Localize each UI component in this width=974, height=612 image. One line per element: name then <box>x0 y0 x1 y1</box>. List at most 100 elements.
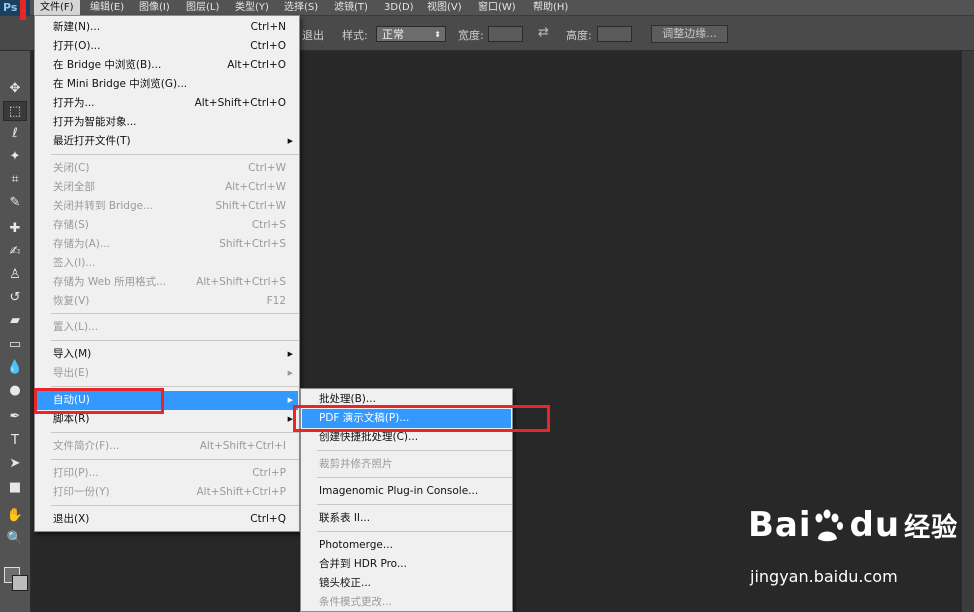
submenu-item-label: Photomerge... <box>319 539 393 551</box>
menu-item-close-go-bridge[interactable]: 关闭并转到 Bridge... Shift+Ctrl+W <box>36 197 298 216</box>
submenu-item-contact-sheet[interactable]: 联系表 II... <box>302 509 511 528</box>
menu-item-export[interactable]: 导出(E) ▶ <box>36 364 298 383</box>
menu-separator <box>51 386 299 387</box>
menu-item-shortcut: Shift+Ctrl+S <box>219 238 286 250</box>
watermark-logo-text: Bai <box>748 505 812 545</box>
submenu-item-crop-straighten[interactable]: 裁剪并修齐照片 <box>302 455 511 474</box>
menu-item-label: 关闭(C) <box>53 162 90 174</box>
menu-item-browse-mini-bridge[interactable]: 在 Mini Bridge 中浏览(G)... <box>36 75 298 94</box>
menu-item-close-all[interactable]: 关闭全部 Alt+Ctrl+W <box>36 178 298 197</box>
tools-panel: ✥ ⬚ ℓ ✦ ⌗ ✎ ✚ ✍ ♙ ↺ ▰ ▭ 💧 ● ✒ T ➤ ■ ✋ 🔍 <box>0 51 31 612</box>
healing-brush-tool-icon[interactable]: ✚ <box>3 219 27 239</box>
menu-file[interactable]: 文件(F) <box>34 0 80 15</box>
eyedropper-tool-icon[interactable]: ✎ <box>3 193 27 213</box>
submenu-item-conditional-mode-change[interactable]: 条件模式更改... <box>302 593 511 612</box>
hand-tool-icon[interactable]: ✋ <box>3 506 27 526</box>
menu-item-shortcut: Alt+Shift+Ctrl+P <box>196 486 287 498</box>
menu-layer[interactable]: 图层(L) <box>180 0 225 15</box>
menu-item-print[interactable]: 打印(P)... Ctrl+P <box>36 464 298 483</box>
menu-item-label: 导入(M) <box>53 348 92 360</box>
menu-item-label: 存储为 Web 所用格式... <box>53 276 167 288</box>
menu-item-new[interactable]: 新建(N)... Ctrl+N <box>36 18 298 37</box>
zoom-tool-icon[interactable]: 🔍 <box>3 529 27 549</box>
menu-help[interactable]: 帮助(H) <box>527 0 574 15</box>
menu-item-save-for-web[interactable]: 存储为 Web 所用格式... Alt+Shift+Ctrl+S <box>36 273 298 292</box>
menu-item-file-info[interactable]: 文件简介(F)... Alt+Shift+Ctrl+I <box>36 437 298 456</box>
menu-item-label: 打开(O)... <box>53 40 101 52</box>
menu-separator <box>317 477 512 478</box>
menu-item-open-smart-object[interactable]: 打开为智能对象... <box>36 113 298 132</box>
menu-item-label: 关闭并转到 Bridge... <box>53 200 154 212</box>
style-select[interactable]: 正常 ⬍ <box>376 26 446 42</box>
style-label: 样式: <box>342 29 368 42</box>
menu-item-shortcut: Alt+Shift+Ctrl+I <box>199 440 286 452</box>
menu-item-revert[interactable]: 恢复(V) F12 <box>36 292 298 311</box>
menu-item-shortcut: Ctrl+W <box>248 162 286 174</box>
move-tool-icon[interactable]: ✥ <box>3 79 27 99</box>
menu-item-open-as[interactable]: 打开为... Alt+Shift+Ctrl+O <box>36 94 298 113</box>
history-brush-tool-icon[interactable]: ↺ <box>3 288 27 308</box>
menu-item-shortcut: Alt+Shift+Ctrl+S <box>196 276 286 288</box>
height-input[interactable] <box>597 26 632 42</box>
path-selection-tool-icon[interactable]: ➤ <box>3 454 27 474</box>
type-tool-icon[interactable]: T <box>3 431 27 451</box>
menu-item-import[interactable]: 导入(M) ▶ <box>36 345 298 364</box>
menu-item-print-one-copy[interactable]: 打印一份(Y) Alt+Shift+Ctrl+P <box>36 483 298 502</box>
lasso-tool-icon[interactable]: ℓ <box>3 124 27 144</box>
blur-tool-icon[interactable]: 💧 <box>3 358 27 378</box>
menu-separator <box>51 340 299 341</box>
menu-view[interactable]: 视图(V) <box>421 0 468 15</box>
width-input[interactable] <box>488 26 523 42</box>
watermark-logo: Bai du 经验 <box>748 505 958 545</box>
submenu-arrow-icon: ▶ <box>287 137 293 145</box>
eraser-tool-icon[interactable]: ▰ <box>3 311 27 331</box>
menu-separator <box>51 432 299 433</box>
menu-item-save[interactable]: 存储(S) Ctrl+S <box>36 216 298 235</box>
menu-type[interactable]: 类型(Y) <box>229 0 275 15</box>
menu-3d[interactable]: 3D(D) <box>378 0 420 15</box>
menu-item-recent-files[interactable]: 最近打开文件(T) ▶ <box>36 132 298 151</box>
submenu-item-imagenomic[interactable]: Imagenomic Plug-in Console... <box>302 482 511 501</box>
submenu-item-label: 联系表 II... <box>319 512 371 524</box>
menu-item-check-in[interactable]: 签入(I)... <box>36 254 298 273</box>
menu-item-open[interactable]: 打开(O)... Ctrl+O <box>36 37 298 56</box>
menu-edit[interactable]: 编辑(E) <box>84 0 130 15</box>
annotation-box-automate <box>34 388 164 414</box>
gradient-tool-icon[interactable]: ▭ <box>3 335 27 355</box>
submenu-item-lens-correction[interactable]: 镜头校正... <box>302 574 511 593</box>
menu-image[interactable]: 图像(I) <box>133 0 176 15</box>
annotation-box-pdf-presentation <box>293 405 550 432</box>
rectangle-tool-icon[interactable]: ■ <box>3 478 27 498</box>
menu-item-label: 最近打开文件(T) <box>53 135 131 147</box>
menu-filter[interactable]: 滤镜(T) <box>328 0 374 15</box>
magic-wand-tool-icon[interactable]: ✦ <box>3 147 27 167</box>
menu-window[interactable]: 窗口(W) <box>472 0 522 15</box>
background-color-swatch[interactable] <box>12 575 28 591</box>
menu-item-label: 关闭全部 <box>53 181 95 193</box>
menu-item-label: 新建(N)... <box>53 21 101 33</box>
brush-tool-icon[interactable]: ✍ <box>3 242 27 262</box>
menu-item-close[interactable]: 关闭(C) Ctrl+W <box>36 159 298 178</box>
refine-edge-button[interactable]: 调整边缘... <box>651 25 728 43</box>
submenu-item-merge-hdr[interactable]: 合并到 HDR Pro... <box>302 555 511 574</box>
dodge-tool-icon[interactable]: ● <box>3 381 27 401</box>
menu-item-label: 打印(P)... <box>53 467 99 479</box>
menu-item-shortcut: Ctrl+P <box>252 467 286 479</box>
menu-item-save-as[interactable]: 存储为(A)... Shift+Ctrl+S <box>36 235 298 254</box>
menu-item-place[interactable]: 置入(L)... <box>36 318 298 337</box>
swap-icon[interactable]: ⇄ <box>538 25 549 40</box>
clone-stamp-tool-icon[interactable]: ♙ <box>3 265 27 285</box>
pen-tool-icon[interactable]: ✒ <box>3 407 27 427</box>
submenu-item-photomerge[interactable]: Photomerge... <box>302 536 511 555</box>
menu-select[interactable]: 选择(S) <box>278 0 324 15</box>
menu-separator <box>317 450 512 451</box>
menu-item-browse-bridge[interactable]: 在 Bridge 中浏览(B)... Alt+Ctrl+O <box>36 56 298 75</box>
chevron-updown-icon: ⬍ <box>434 30 441 39</box>
menu-item-exit[interactable]: 退出(X) Ctrl+Q <box>36 510 298 529</box>
watermark-logo-cn: 经验 <box>904 513 959 543</box>
menu-separator <box>51 154 299 155</box>
crop-tool-icon[interactable]: ⌗ <box>3 170 27 190</box>
watermark-url: jingyan.baidu.com <box>750 567 898 586</box>
menu-item-shortcut: Ctrl+O <box>250 40 286 52</box>
marquee-tool-icon[interactable]: ⬚ <box>3 101 27 121</box>
